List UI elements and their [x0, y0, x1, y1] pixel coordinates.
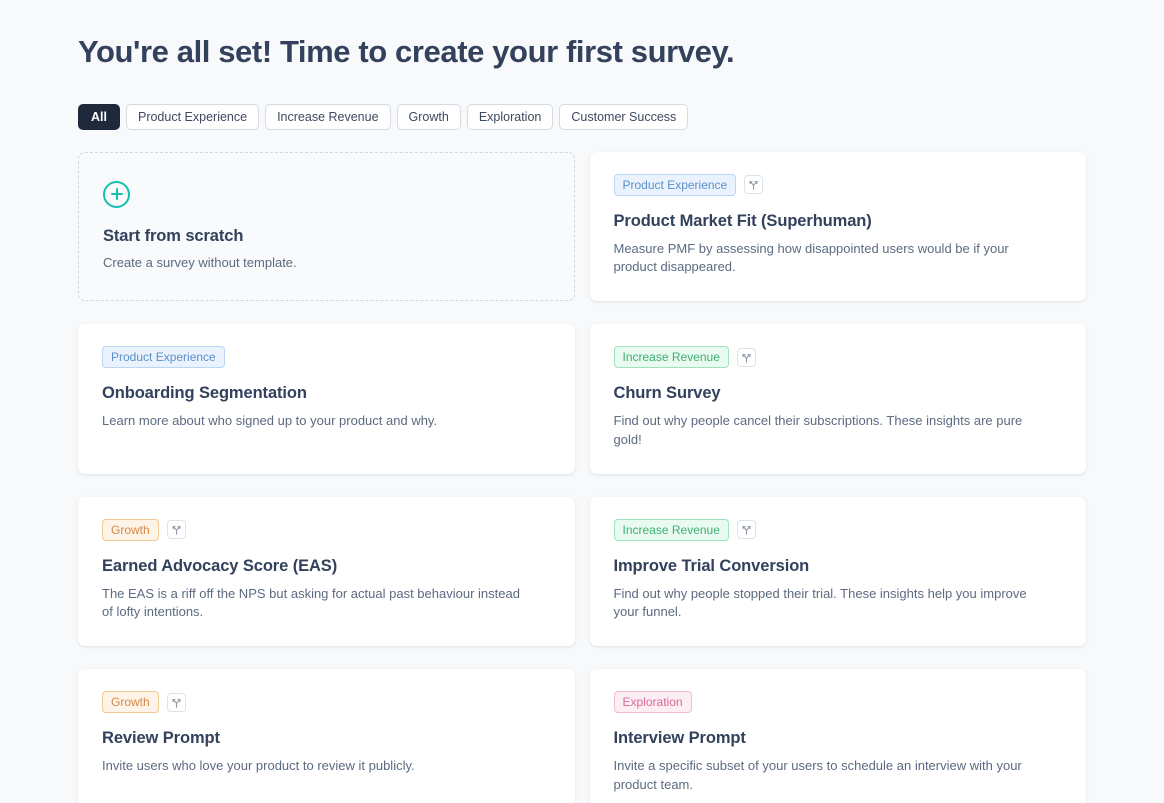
category-badge: Increase Revenue: [613, 518, 729, 541]
filter-pill-customer-success[interactable]: Customer Success: [559, 103, 689, 130]
page-title: You're all set! Time to create your firs…: [78, 34, 735, 69]
template-card[interactable]: Increase Revenue Churn Survey Find out why…: [589, 324, 1086, 474]
branch-logic-icon: [736, 520, 756, 540]
card-badge-row: Increase Revenue: [613, 346, 1063, 369]
card-title: Churn Survey: [613, 384, 721, 403]
card-title: Interview Prompt: [613, 729, 746, 748]
card-description: Find out why people cancel their subscri…: [613, 413, 1023, 447]
filter-pill-product-experience[interactable]: Product Experience: [125, 103, 260, 130]
template-card[interactable]: Product Experience Onboarding Segmentatio…: [78, 324, 575, 474]
branch-logic-icon: [166, 692, 186, 712]
card-title: Earned Advocacy Score (EAS): [102, 556, 338, 575]
card-description: The EAS is a riff off the NPS but asking…: [102, 585, 520, 620]
category-badge: Product Experience: [102, 346, 225, 369]
template-card[interactable]: Increase Revenue Improve Trial Conversion…: [589, 496, 1086, 647]
card-description: Invite users who love your product to re…: [102, 758, 415, 773]
filter-pill-increase-revenue[interactable]: Increase Revenue: [265, 103, 391, 130]
template-card[interactable]: Growth Earned Advocacy Score (EAS) The EAS…: [78, 496, 575, 647]
card-title: Product Market Fit (Superhuman): [613, 211, 872, 230]
card-badge-row: Growth: [102, 518, 551, 541]
card-title: Improve Trial Conversion: [613, 556, 810, 575]
category-badge: Growth: [102, 691, 159, 714]
template-card[interactable]: Growth Review Prompt Invite users who love…: [78, 669, 575, 803]
card-title: Onboarding Segmentation: [102, 384, 307, 403]
card-badge-row: Increase Revenue: [613, 518, 1063, 541]
category-filter-bar: All Product Experience Increase Revenue Gro…: [78, 103, 1086, 130]
template-grid: Start from scratch Create a survey withou…: [78, 151, 1086, 803]
start-from-scratch-card[interactable]: Start from scratch Create a survey withou…: [78, 151, 575, 302]
filter-pill-all[interactable]: All: [78, 103, 120, 130]
card-description: Learn more about who signed up to your p…: [102, 413, 438, 429]
template-card[interactable]: Product Experience Product Market Fit (Su…: [589, 151, 1086, 302]
template-card[interactable]: Exploration Interview Prompt Invite a spec…: [589, 669, 1086, 803]
card-description: Invite a specific subset of your users t…: [613, 758, 1022, 792]
template-picker-page: You're all set! Time to create your firs…: [0, 0, 1164, 803]
category-badge: Growth: [102, 518, 159, 541]
category-badge: Increase Revenue: [613, 346, 729, 369]
branch-logic-icon: [744, 175, 764, 195]
plus-circle-icon: [103, 180, 130, 208]
card-description: Create a survey without template.: [103, 254, 297, 270]
card-title: Start from scratch: [103, 226, 244, 245]
branch-logic-icon: [166, 520, 186, 540]
card-description: Measure PMF by assessing how disappointe…: [613, 240, 1009, 275]
card-badge-row: Growth: [102, 691, 551, 714]
card-title: Review Prompt: [102, 729, 220, 748]
filter-pill-growth[interactable]: Growth: [396, 103, 461, 130]
card-description: Find out why people stopped their trial.…: [613, 585, 1027, 620]
branch-logic-icon: [736, 347, 756, 367]
card-badge-row: Product Experience: [613, 173, 1063, 196]
card-badge-row: Product Experience: [102, 346, 551, 369]
category-badge: Exploration: [613, 691, 692, 714]
category-badge: Product Experience: [613, 173, 737, 196]
card-badge-row: Exploration: [613, 691, 1063, 714]
filter-pill-exploration[interactable]: Exploration: [466, 103, 554, 130]
